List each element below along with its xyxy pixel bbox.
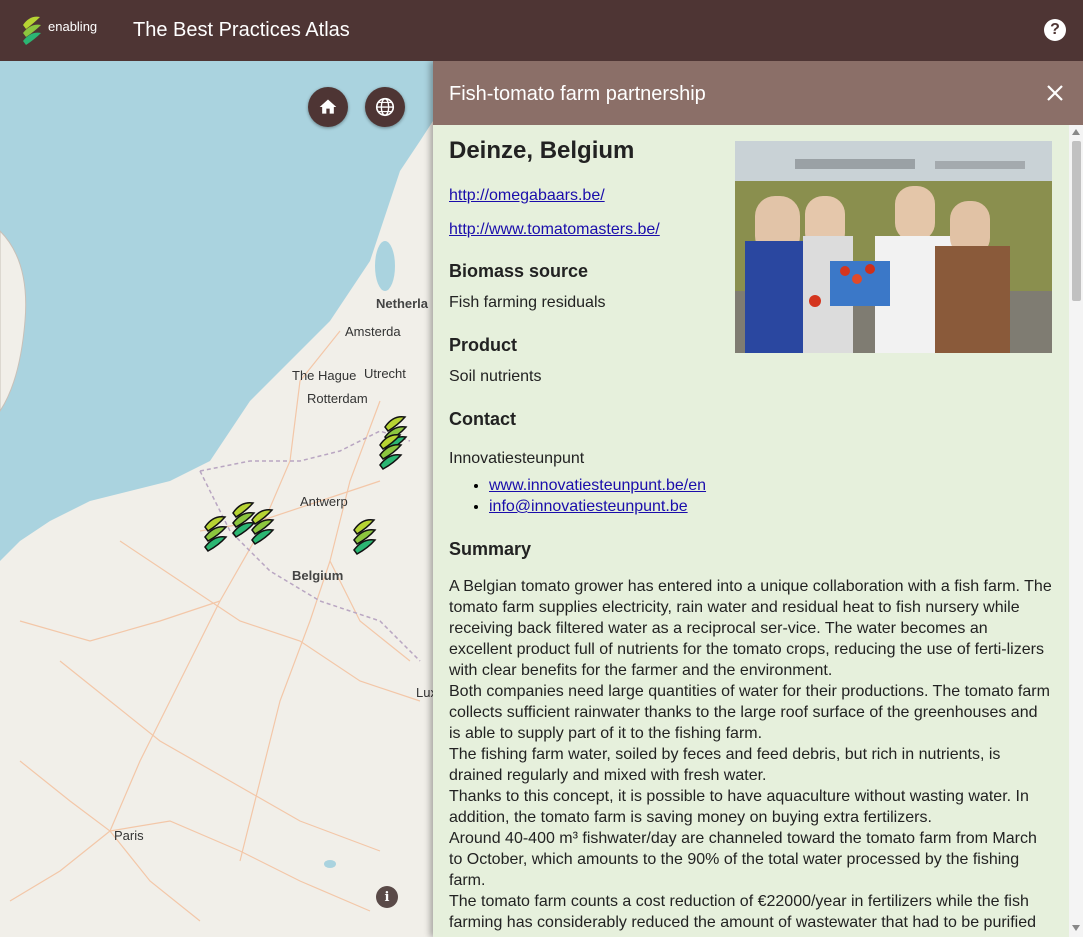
map-label-rotterdam: Rotterdam [307, 391, 368, 406]
map-label-belgium: Belgium [292, 568, 344, 583]
product-value: Soil nutrients [449, 368, 542, 385]
leaf-marker-icon [204, 515, 228, 552]
list-item: info@innovatiesteunpunt.be [489, 496, 1053, 517]
summary-paragraph: The fishing farm water, soiled by feces … [449, 746, 1001, 784]
list-item: www.innovatiesteunpunt.be/en [489, 475, 1053, 496]
contact-list: www.innovatiesteunpunt.be/en info@innova… [489, 475, 1053, 517]
globe-button[interactable] [365, 87, 405, 127]
contact-website-link[interactable]: www.innovatiesteunpunt.be/en [489, 477, 706, 494]
summary-heading: Summary [449, 539, 532, 559]
details-panel: Fish-tomato farm partnership Deinze, Bel… [433, 61, 1083, 937]
practice-photo [735, 141, 1052, 353]
panel-scrollbar[interactable] [1069, 125, 1083, 937]
map-base [0, 61, 433, 922]
leaf-logo-icon [23, 16, 41, 45]
home-button[interactable] [308, 87, 348, 127]
map-label-antwerp: Antwerp [300, 494, 348, 509]
map-label-netherlands: Netherla [376, 296, 429, 311]
home-icon [319, 99, 337, 114]
enabling-logo[interactable]: enabling [20, 12, 106, 48]
panel-body[interactable]: Deinze, Belgium http://omegabaars.be/ ht… [433, 125, 1069, 937]
map-label-utrecht: Utrecht [364, 366, 406, 381]
panel-header: Fish-tomato farm partnership [433, 61, 1083, 125]
map-label-luxembourg: Lux [416, 685, 433, 700]
scroll-up-icon[interactable] [1072, 129, 1080, 135]
scroll-thumb[interactable] [1072, 141, 1081, 301]
logo-text: enabling [48, 18, 98, 34]
map-view[interactable]: Netherla Amsterda The Hague Utrecht Rott… [0, 61, 433, 937]
summary-paragraph: A Belgian tomato grower has entered into… [449, 578, 1052, 679]
contact-heading: Contact [449, 409, 516, 429]
panel-title: Fish-tomato farm partnership [449, 83, 706, 105]
map-marker[interactable] [350, 516, 378, 556]
contact-name: Innovatiesteunpunt [449, 450, 585, 467]
map-label-amsterdam: Amsterda [345, 324, 401, 339]
map-label-the-hague: The Hague [292, 368, 357, 383]
close-icon[interactable] [1045, 83, 1065, 103]
help-icon[interactable]: ? [1044, 19, 1066, 41]
summary-paragraph: Thanks to this concept, it is possible t… [449, 788, 1029, 826]
summary-paragraph: The tomato farm counts a cost reduction … [449, 893, 1037, 931]
summary-text: A Belgian tomato grower has entered into… [449, 576, 1053, 933]
summary-paragraph: Both companies need large quantities of … [449, 683, 1050, 742]
map-marker[interactable] [201, 513, 229, 553]
top-bar: enabling The Best Practices Atlas ? [0, 0, 1083, 61]
contact-email-link[interactable]: info@innovatiesteunpunt.be [489, 498, 688, 515]
leaf-marker-icon [353, 518, 377, 555]
map-marker[interactable] [376, 431, 404, 471]
map-info-icon[interactable]: i [376, 886, 398, 908]
leaf-marker-icon [379, 433, 403, 470]
summary-paragraph: Around 40-400 m³ fishwater/day are chann… [449, 830, 1037, 889]
scroll-down-icon[interactable] [1072, 925, 1080, 931]
map-label-paris: Paris [114, 828, 144, 843]
app-title: The Best Practices Atlas [133, 19, 350, 41]
globe-icon [375, 97, 395, 117]
map-marker[interactable] [248, 506, 276, 546]
leaf-marker-icon [251, 508, 275, 545]
